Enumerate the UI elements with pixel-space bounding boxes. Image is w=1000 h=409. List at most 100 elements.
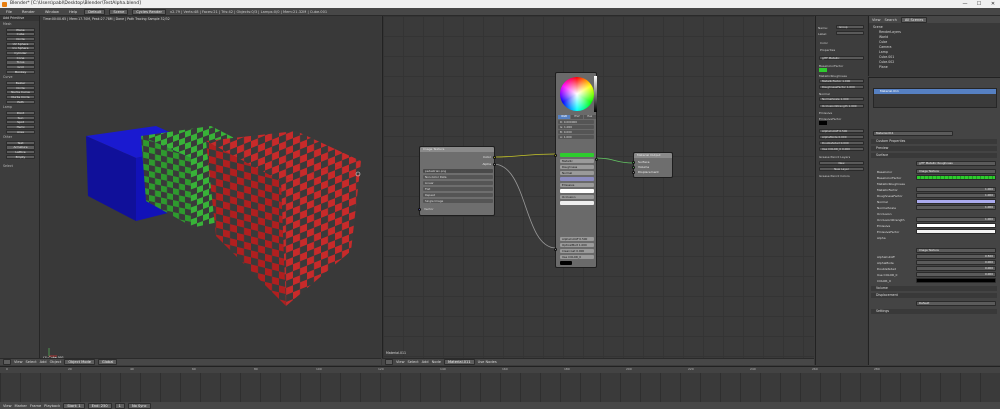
section-volume[interactable]: Volume <box>871 286 997 291</box>
add-nurbs-circle-button[interactable]: Nurbs Circle <box>6 94 35 100</box>
picker-g-field[interactable]: G: 1.000 <box>558 125 594 129</box>
outliner-row-cube[interactable]: Cube <box>879 40 887 44</box>
tab-rgb[interactable]: RGB <box>558 115 571 119</box>
vp-menu-object[interactable]: Object <box>50 360 62 364</box>
scene-selector[interactable]: Scene <box>109 8 129 15</box>
np-emissive-swatch[interactable] <box>819 121 827 125</box>
mode-selector[interactable]: Object Mode <box>64 359 95 365</box>
section-custom-properties[interactable]: Custom Properties <box>871 139 997 144</box>
outliner-row-cube002[interactable]: Cube.002 <box>879 60 894 64</box>
np-double-sided-field[interactable]: DoubleSided 0.000 <box>819 141 864 146</box>
color-wheel[interactable] <box>560 77 594 111</box>
add-uv-sphere-button[interactable]: UV Sphere <box>6 41 35 46</box>
picker-r-field[interactable]: R: 0.000000 <box>558 120 594 124</box>
outliner-row-scene[interactable]: Scene <box>873 25 883 29</box>
section-surface[interactable]: Surface <box>871 153 997 158</box>
image-texture-node[interactable]: Image Texture Color Alpha pedestrian.png… <box>418 146 496 216</box>
np-color-toggle[interactable]: Color <box>820 41 828 45</box>
np-group-selector[interactable]: glTF Metallic <box>819 56 864 61</box>
render-engine-selector[interactable]: Cycles Render <box>132 8 166 15</box>
section-displacement[interactable]: Displacement <box>871 293 997 298</box>
add-area-lamp-button[interactable]: Area <box>6 129 35 134</box>
ne-menu-node[interactable]: Node <box>432 360 441 364</box>
np-occlusion-strength-field[interactable]: OcclusionStrength 1.000 <box>819 104 864 109</box>
add-armature-button[interactable]: Armature <box>6 145 35 150</box>
tl-menu-marker[interactable]: Marker <box>15 404 27 408</box>
interpolation-dropdown[interactable]: Linear <box>423 181 493 185</box>
start-frame-field[interactable]: Start: 1 <box>63 402 85 409</box>
vp-menu-view[interactable]: View <box>14 360 23 364</box>
add-nurbs-curve-button[interactable]: Nurbs Curve <box>6 90 35 95</box>
timeline-track[interactable] <box>0 373 1000 402</box>
add-circle-button[interactable]: Circle <box>6 36 35 42</box>
outliner-row-camera[interactable]: Camera <box>879 45 892 49</box>
np-roughness-factor-field[interactable]: RoughnessFactor 1.000 <box>819 85 864 90</box>
color0-swatch[interactable] <box>560 261 572 265</box>
material-slot-row[interactable]: Material.011 <box>874 89 996 94</box>
np-alpha-cutoff-field[interactable]: AlphaCutoff 0.500 <box>819 129 864 134</box>
color-space-dropdown[interactable]: Non-Color Data <box>423 175 493 179</box>
3d-viewport[interactable]: Time:00:00.65 | Mem:17.70M, Peak:27.78M … <box>41 16 381 365</box>
volume-input-socket[interactable] <box>632 166 635 169</box>
add-monkey-button[interactable]: Monkey <box>6 69 35 74</box>
prop-alphacutoff-field[interactable]: 0.500 <box>916 254 996 259</box>
add-curve-circle-button[interactable]: Circle <box>6 85 35 90</box>
tab-hex[interactable]: Hex <box>583 115 596 119</box>
section-preview[interactable]: Preview <box>871 146 997 151</box>
np-metallic-factor-field[interactable]: MetallicFactor 1.000 <box>819 79 864 84</box>
layout-selector[interactable]: Default <box>84 8 106 15</box>
tl-menu-view[interactable]: View <box>3 404 12 408</box>
bsdf-row-roughness[interactable]: Roughness <box>560 165 594 169</box>
add-grid-button[interactable]: Grid <box>6 65 35 70</box>
picker-a-field[interactable]: A: 1.000 <box>558 135 594 139</box>
prop-usecolor0-field[interactable]: 0.000 <box>916 272 996 277</box>
prop-occlusionstrength-field[interactable]: 1.000 <box>916 217 996 222</box>
bsdf-row-clearcoat[interactable]: Clearcoat 0.000 <box>560 249 594 253</box>
np-label-field[interactable] <box>836 31 864 36</box>
outliner-row-world[interactable]: World <box>879 35 888 39</box>
prop-emissive-swatch[interactable] <box>916 223 996 228</box>
picker-b-field[interactable]: B: 0.000 <box>558 130 594 134</box>
prop-alphamode-field[interactable]: 0.000 <box>916 260 996 265</box>
add-hemi-lamp-button[interactable]: Hemi <box>6 124 35 130</box>
section-curve[interactable]: Curve <box>0 74 39 80</box>
current-frame-field[interactable]: 1 <box>114 402 125 409</box>
sync-mode-dropdown[interactable]: No Sync <box>127 402 151 409</box>
editor-type-button[interactable] <box>3 359 11 365</box>
add-sun-lamp-button[interactable]: Sun <box>6 115 35 120</box>
minimize-button[interactable]: — <box>958 0 972 8</box>
bsdf-row-metallic[interactable]: Metallic <box>560 159 594 163</box>
outliner-row-renderlayers[interactable]: RenderLayers <box>879 30 901 34</box>
add-torus-button[interactable]: Torus <box>6 60 35 65</box>
base-color-swatch[interactable] <box>560 153 594 157</box>
tl-menu-frame[interactable]: Frame <box>30 404 41 408</box>
vector-input-socket[interactable] <box>418 207 421 211</box>
bsdf-row-alpha-cutoff[interactable]: AlphaCutoff 0.500 <box>560 237 594 241</box>
material-datablock[interactable]: Material.011 <box>873 131 953 136</box>
outliner-menu-search[interactable]: Search <box>885 18 897 22</box>
ne-menu-add[interactable]: Add <box>422 360 429 364</box>
surface-shader-selector[interactable]: glTF Metallic Roughness <box>916 161 996 166</box>
bsdf-row-emissive[interactable]: Emissive <box>560 183 594 187</box>
outliner-display-mode[interactable]: All Scenes <box>900 16 928 23</box>
image-selector[interactable]: pedestrian.png <box>423 169 493 173</box>
tl-menu-playback[interactable]: Playback <box>44 404 60 408</box>
end-frame-field[interactable]: End: 250 <box>87 402 112 409</box>
base-color-socket[interactable] <box>554 154 557 157</box>
node-editor[interactable]: Image Texture Color Alpha pedestrian.png… <box>382 16 814 365</box>
np-new-button[interactable]: New <box>819 161 864 166</box>
add-bezier-button[interactable]: Bezier <box>6 80 35 86</box>
add-spot-lamp-button[interactable]: Spot <box>6 120 35 125</box>
bsdf-row-optical[interactable]: OpticalMult 1.000 <box>560 243 594 247</box>
use-nodes-checkbox[interactable]: Use Nodes <box>478 360 497 364</box>
add-cube-button[interactable]: Cube <box>6 32 35 37</box>
material-output-node[interactable]: Material Output Surface Volume Displacem… <box>632 152 673 178</box>
np-properties-section[interactable]: Properties <box>820 48 835 52</box>
material-slot-list[interactable]: Material.011 <box>873 88 997 108</box>
np-alpha-mode-field[interactable]: AlphaMode 0.000 <box>819 135 864 140</box>
np-grease-pencil-colors[interactable]: Grease Pencil Colors <box>819 174 850 178</box>
bsdf-row-occlusion[interactable]: Occlusion <box>560 195 594 199</box>
prop-alpha-field[interactable]: Image Texture <box>916 248 996 253</box>
prop-normal-swatch[interactable] <box>916 199 996 204</box>
section-other[interactable]: Other <box>0 134 39 140</box>
